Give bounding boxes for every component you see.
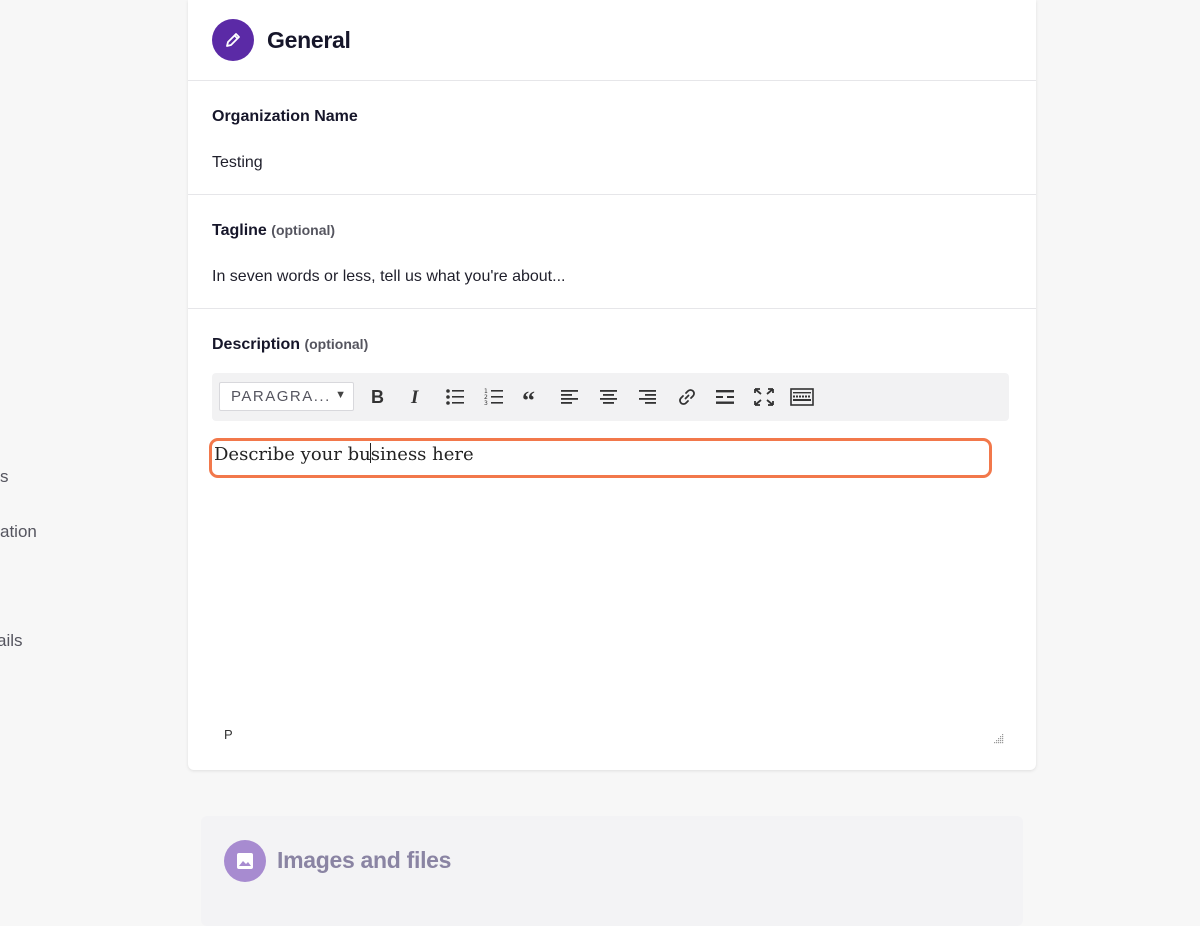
optional-tag: (optional) bbox=[304, 336, 369, 352]
general-card: General Organization Name Testing Taglin… bbox=[188, 0, 1036, 770]
editor-toolbar: PARAGRA... ▼ B I 123 “ bbox=[212, 373, 1009, 421]
svg-text:B: B bbox=[371, 388, 384, 406]
pencil-icon bbox=[212, 19, 254, 61]
align-left-icon[interactable] bbox=[558, 385, 582, 409]
resize-grip-icon[interactable] bbox=[994, 731, 1004, 749]
editor-status-path: P bbox=[224, 727, 233, 742]
org-name-label: Organization Name bbox=[212, 108, 358, 125]
horizontal-rule-icon[interactable] bbox=[713, 385, 737, 409]
general-header: General bbox=[188, 0, 1036, 81]
bullet-list-icon[interactable] bbox=[443, 385, 467, 409]
link-icon[interactable] bbox=[675, 385, 699, 409]
bold-icon[interactable]: B bbox=[365, 385, 389, 409]
fullscreen-icon[interactable] bbox=[752, 385, 776, 409]
tagline-label: Tagline (optional) bbox=[212, 222, 336, 239]
images-card: Images and files bbox=[201, 816, 1023, 926]
svg-text:I: I bbox=[410, 388, 419, 406]
align-right-icon[interactable] bbox=[636, 385, 660, 409]
sidebar-item-fragment[interactable]: ails bbox=[0, 631, 23, 651]
image-icon bbox=[224, 840, 266, 882]
chevron-down-icon: ▼ bbox=[335, 389, 346, 401]
italic-icon[interactable]: I bbox=[404, 385, 428, 409]
general-title: General bbox=[267, 26, 351, 53]
images-title: Images and files bbox=[277, 847, 452, 873]
align-center-icon[interactable] bbox=[597, 385, 621, 409]
numbered-list-icon[interactable]: 123 bbox=[482, 385, 506, 409]
sidebar-item-fragment[interactable]: s bbox=[0, 467, 9, 487]
keyboard-icon[interactable] bbox=[790, 385, 814, 409]
description-label: Description (optional) bbox=[212, 336, 369, 353]
org-name-input[interactable]: Testing bbox=[212, 154, 263, 172]
optional-tag: (optional) bbox=[271, 222, 336, 238]
quote-icon[interactable]: “ bbox=[520, 385, 544, 409]
tagline-input[interactable]: In seven words or less, tell us what you… bbox=[212, 268, 565, 286]
highlight-box bbox=[209, 438, 992, 478]
org-name-field: Organization Name Testing bbox=[188, 81, 1036, 195]
tagline-field: Tagline (optional) In seven words or les… bbox=[188, 195, 1036, 309]
sidebar-item-fragment[interactable]: ation bbox=[0, 522, 37, 542]
format-select[interactable]: PARAGRA... ▼ bbox=[219, 382, 354, 411]
svg-text:3: 3 bbox=[484, 400, 488, 406]
svg-text:“: “ bbox=[522, 389, 535, 405]
